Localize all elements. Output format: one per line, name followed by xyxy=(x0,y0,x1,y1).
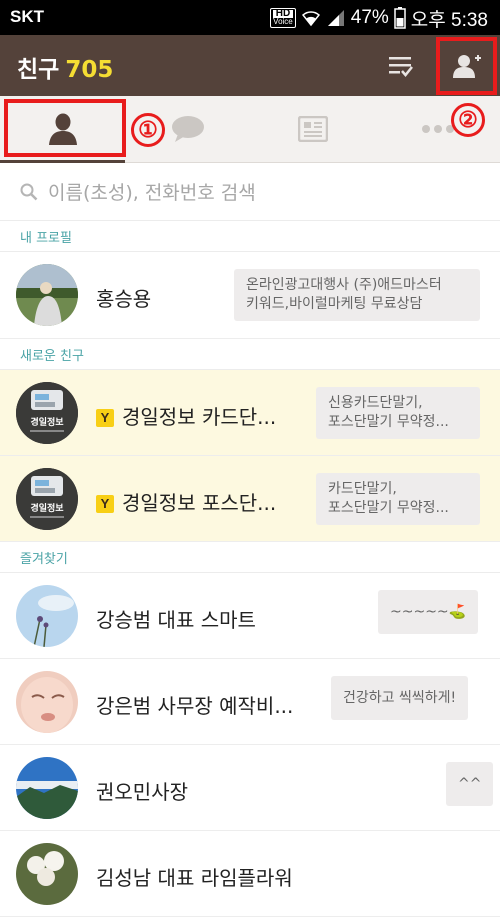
list-edit-icon xyxy=(389,56,413,77)
newsfeed-icon xyxy=(297,116,328,142)
friend-name: 강은범 사무장 예작비... xyxy=(96,694,294,718)
friend-name: Y 경일정보 포스단... xyxy=(96,487,276,516)
status-message: ~~~~~⛳ xyxy=(378,590,479,634)
section-favorites: 즐겨찾기 xyxy=(0,542,500,573)
list-item[interactable]: 강승범 대표 스마트 ~~~~~⛳ xyxy=(0,573,500,659)
search-bar[interactable]: 이름(초성), 전화번호 검색 xyxy=(0,163,500,221)
chat-bubble-icon xyxy=(171,116,204,142)
svg-text:경일정보: 경일정보 xyxy=(30,502,64,514)
clock: 오후 5:38 xyxy=(410,9,488,31)
svg-text:경일정보: 경일정보 xyxy=(30,416,64,428)
avatar xyxy=(16,264,78,326)
status-icons: HD Voice 47% 오후 5:38 xyxy=(270,5,488,31)
section-label: 내 프로필 xyxy=(20,231,72,246)
my-profile-row[interactable]: 홍승용 온라인광고대행사 (주)애드마스터 키워드,바이럴마케팅 무료상담 xyxy=(0,252,500,339)
status-message: 온라인광고대행사 (주)애드마스터 키워드,바이럴마케팅 무료상담 xyxy=(234,269,480,321)
signal-icon xyxy=(327,10,344,26)
status-message: 신용카드단말기, 포스단말기 무약정... xyxy=(316,387,480,439)
tab-news[interactable] xyxy=(250,96,375,162)
yellow-id-badge: Y xyxy=(96,409,114,427)
section-new-friends: 새로운 친구 xyxy=(0,339,500,370)
section-my-profile: 내 프로필 xyxy=(0,221,500,252)
edit-list-button[interactable] xyxy=(372,35,430,96)
callout-2: ② xyxy=(451,103,485,137)
avatar: 경일정보 xyxy=(16,468,78,530)
yellow-id-badge: Y xyxy=(96,495,114,513)
list-item[interactable]: 강은범 사무장 예작비... 건강하고 씩씩하게! xyxy=(0,659,500,745)
profile-name: 홍승용 xyxy=(96,287,152,311)
status-bar: SKT HD Voice 47% 오후 5:38 xyxy=(0,0,500,35)
hd-voice-icon: HD Voice xyxy=(270,8,296,28)
more-dots-icon xyxy=(421,125,454,133)
list-item[interactable]: 경일정보 Y 경일정보 카드단... 신용카드단말기, 포스단말기 무약정... xyxy=(0,370,500,456)
avatar xyxy=(16,757,78,819)
status-message: 카드단말기, 포스단말기 무약정... xyxy=(316,473,480,525)
highlight-box-add-friend xyxy=(436,37,497,95)
friend-name: Y 경일정보 카드단... xyxy=(96,401,276,430)
callout-1: ① xyxy=(131,113,165,147)
friend-name: 권오민사장 xyxy=(96,780,188,804)
avatar xyxy=(16,671,78,733)
list-item[interactable]: 권오민사장 ^^ xyxy=(0,745,500,831)
list-item[interactable]: 경일정보 Y 경일정보 포스단... 카드단말기, 포스단말기 무약정... xyxy=(0,456,500,542)
status-message: 건강하고 씩씩하게! xyxy=(331,676,469,720)
section-label: 즐겨찾기 xyxy=(20,552,68,567)
battery-percent: 47% xyxy=(350,7,389,28)
highlight-box-friends-tab xyxy=(4,99,126,157)
wifi-icon xyxy=(301,11,320,27)
avatar xyxy=(16,585,78,647)
friend-count: 705 xyxy=(65,57,114,83)
search-icon xyxy=(20,183,38,200)
avatar: 경일정보 xyxy=(16,382,78,444)
list-item[interactable]: 김성남 대표 라임플라워 xyxy=(0,831,500,917)
app-header: 친구 705 xyxy=(0,35,500,96)
status-message: ^^ xyxy=(446,762,494,806)
avatar xyxy=(16,843,78,905)
page-title: 친구 705 xyxy=(17,57,114,83)
friend-name: 강승범 대표 스마트 xyxy=(96,608,256,632)
friend-name: 김성남 대표 라임플라워 xyxy=(96,866,293,890)
section-label: 새로운 친구 xyxy=(20,349,84,364)
carrier-label: SKT xyxy=(10,7,44,26)
search-placeholder: 이름(초성), 전화번호 검색 xyxy=(48,182,256,204)
battery-icon xyxy=(394,7,406,29)
